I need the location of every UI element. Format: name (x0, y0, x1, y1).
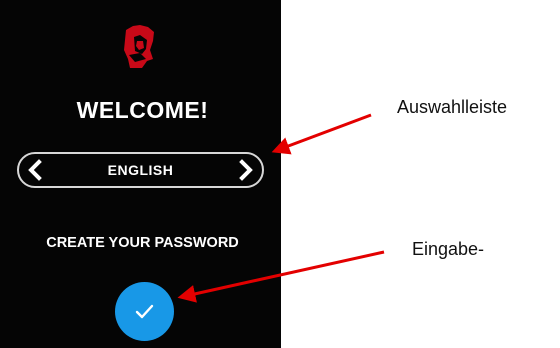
welcome-title: WELCOME! (76, 97, 209, 123)
confirm-button[interactable] (115, 282, 174, 341)
selector-bar-annotation: Auswahlleiste (397, 97, 508, 117)
create-password-label: CREATE YOUR PASSWORD (46, 235, 239, 251)
language-selector[interactable]: ENGLISH (17, 152, 264, 188)
input-annotation: Eingabe- (412, 239, 485, 259)
chevron-right-icon[interactable] (232, 158, 258, 182)
kingston-logo (122, 25, 155, 69)
selector-arrow-line (271, 113, 372, 155)
checkmark-icon (135, 304, 154, 319)
device-screen: WELCOME! ENGLISH CREATE YOUR PASSWORD (0, 0, 281, 348)
selected-language: ENGLISH (107, 162, 174, 178)
